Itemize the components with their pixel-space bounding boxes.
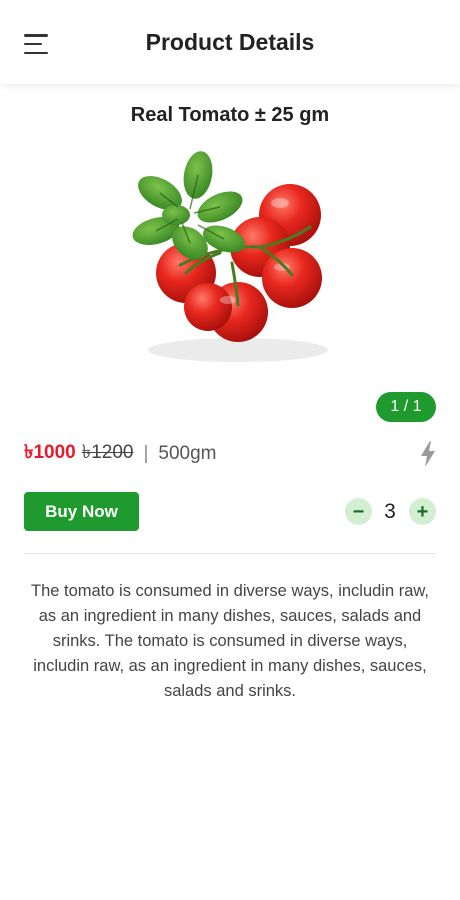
product-weight: 500gm — [158, 443, 217, 464]
price-row: ৳1000 ৳1200 | 500gm — [24, 440, 217, 468]
divider — [24, 553, 436, 554]
lightning-bolt-icon[interactable] — [418, 440, 438, 468]
tomato-product-image[interactable] — [120, 145, 340, 370]
quantity-value: 3 — [384, 499, 396, 523]
buy-now-button[interactable]: Buy Now — [24, 492, 139, 531]
app-header: Product Details — [0, 0, 460, 84]
original-price: ৳1200 — [81, 442, 134, 463]
decrease-quantity-button[interactable]: − — [345, 498, 372, 525]
product-name: Real Tomato ± 25 gm — [130, 104, 330, 126]
menu-line — [24, 34, 48, 37]
increase-quantity-button[interactable]: + — [409, 498, 436, 525]
product-description: The tomato is consumed in diverse ways, … — [30, 582, 429, 700]
image-counter-badge: 1 / 1 — [376, 392, 436, 422]
menu-line — [24, 51, 48, 54]
menu-line — [24, 42, 42, 46]
page-title: Product Details — [145, 28, 315, 55]
price-separator: | — [143, 443, 149, 464]
current-price: ৳1000 — [24, 442, 76, 463]
hamburger-menu-icon[interactable] — [24, 34, 49, 54]
